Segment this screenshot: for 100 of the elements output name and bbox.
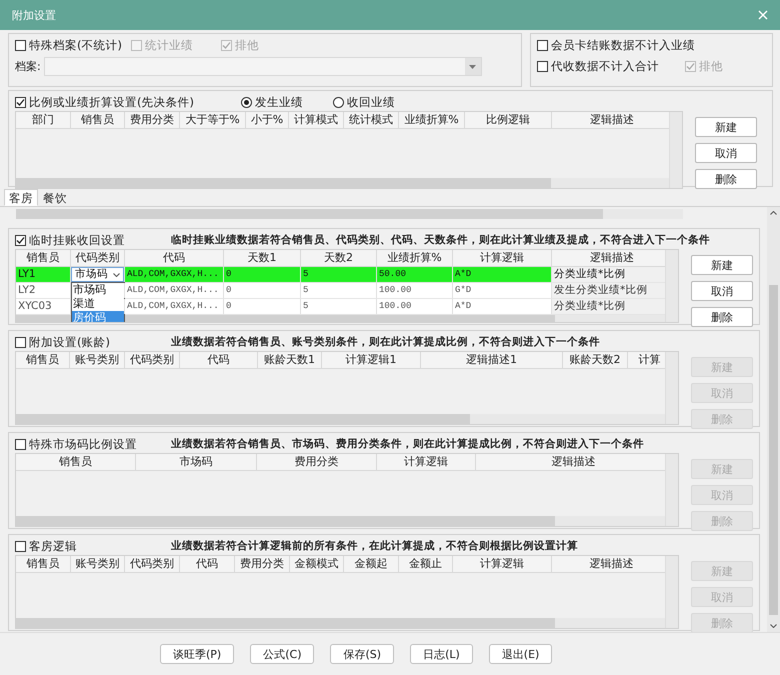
column-header[interactable]: 账龄天数1 [258,352,322,368]
code-type-dropdown[interactable]: 市场码 [71,267,124,282]
table-cell: LY1 [18,268,36,280]
checkbox[interactable] [15,96,26,108]
checkbox[interactable] [15,540,26,552]
horizontal-scrollbar[interactable] [16,414,666,424]
column-header[interactable]: 业绩折算% [399,112,465,128]
column-header[interactable]: 统计模式 [344,112,399,128]
column-header[interactable]: 市场码 [136,454,257,470]
column-header[interactable]: 费用分类 [125,112,180,128]
table-cell: 5 [303,301,308,311]
radio-button[interactable] [241,96,252,108]
column-header[interactable]: 计算逻辑 [453,556,552,572]
column-header[interactable]: 销售员 [71,112,125,128]
checkbox-label: 特殊档案(不统计) [29,38,122,53]
condition-description: 业绩数据若符合计算逻辑前的所有条件，在此计算提成，不符合则根据比例设置计算 [171,539,578,553]
column-header[interactable]: 代码 [180,352,258,368]
column-header[interactable]: 金额止 [399,556,453,572]
column-header[interactable]: 代码类别 [71,250,125,266]
table-cell: 5 [303,269,308,279]
radio-label: 发生业绩 [255,94,303,110]
action-button[interactable]: 新建 [695,117,757,137]
table-cell: A*D [455,269,472,279]
column-header[interactable]: 账号类别 [71,556,125,572]
column-header[interactable]: 销售员 [16,250,71,266]
checkbox[interactable] [537,40,548,51]
radio-button[interactable] [333,96,344,108]
vertical-scrollbar[interactable] [767,207,780,632]
vertical-scrollbar[interactable] [665,556,678,628]
action-button[interactable]: 删除 [695,169,757,189]
field-label: 档案: [15,59,41,74]
table-cell: 0 [226,285,232,295]
checkbox[interactable] [15,234,26,246]
checkbox-label: 比例或业绩折算设置(先决条件) [29,94,194,110]
window-title: 附加设置 [12,8,56,22]
column-header[interactable]: 计算逻辑1 [322,352,421,368]
column-header[interactable]: 金额起 [344,556,399,572]
column-header[interactable]: 金额模式 [290,556,344,572]
scroll-down-icon[interactable] [770,624,777,628]
vertical-scrollbar[interactable] [669,112,682,188]
vertical-scrollbar[interactable] [665,454,678,526]
condition-description: 临时挂账业绩数据若符合销售员、代码类别、代码、天数条件，则在此计算业绩及提成，不符合进入下一个条件 [171,233,710,247]
table-cell: ALD,COM,GXGX,H... [127,301,219,311]
column-header[interactable]: 业绩折算% [377,250,453,266]
checkbox[interactable] [537,61,548,72]
column-header[interactable]: 部门 [16,112,71,128]
column-header[interactable]: 代码 [180,556,235,572]
table-cell: 100.00 [379,301,412,311]
column-header[interactable]: 费用分类 [235,556,290,572]
action-button[interactable]: 删除 [691,307,753,327]
column-header[interactable]: 代码类别 [125,556,180,572]
horizontal-scrollbar[interactable] [16,178,670,188]
column-header[interactable]: 比例逻辑 [465,112,552,128]
scroll-up-icon[interactable] [770,211,777,215]
table-cell: A*D [455,301,472,311]
tab[interactable]: 餐饮 [38,189,72,206]
column-header[interactable]: 费用分类 [257,454,377,470]
horizontal-scrollbar[interactable] [16,516,666,526]
table-cell: 100.00 [379,285,412,295]
column-header[interactable]: 代码 [125,250,224,266]
column-header[interactable]: 计算模式 [289,112,344,128]
column-header[interactable]: 计算逻辑 [377,454,476,470]
dropdown-option[interactable]: 市场码 [72,283,124,297]
footer-button[interactable]: 退出(E) [488,644,552,664]
checkbox-label: 附加设置(账龄) [29,334,110,350]
horizontal-scrollbar[interactable] [16,209,683,219]
column-header[interactable]: 天数1 [224,250,301,266]
table-cell: ALD,COM,GXGX,H... [127,285,219,295]
checkbox[interactable] [15,336,26,348]
column-header[interactable]: 计算逻辑 [453,250,552,266]
footer-button[interactable]: 日志(L) [410,644,473,664]
table-cell: 0 [226,301,232,311]
column-header[interactable]: 逻辑描述1 [421,352,563,368]
footer-button[interactable]: 谈旺季(P) [160,644,234,664]
column-header[interactable]: 销售员 [16,556,71,572]
column-header[interactable]: 大于等于% [180,112,246,128]
vertical-scrollbar[interactable] [665,352,678,424]
dropdown-option[interactable]: 渠道 [72,297,124,311]
footer-button[interactable]: 保存(S) [330,644,394,664]
column-header[interactable]: 销售员 [16,454,136,470]
column-header[interactable]: 销售员 [16,352,70,368]
checkbox-label: 临时挂账收回设置 [29,232,125,248]
action-button[interactable]: 新建 [691,255,753,275]
column-header[interactable]: 小于% [246,112,289,128]
column-header[interactable]: 代码类别 [125,352,180,368]
vertical-scrollbar[interactable] [665,250,678,322]
table-cell: 5 [303,285,308,295]
column-header[interactable]: 天数2 [301,250,377,266]
close-icon[interactable] [758,10,768,20]
tab[interactable]: 客房 [4,189,38,206]
checkbox-label: 客房逻辑 [29,538,77,554]
column-header[interactable]: 账龄天数2 [563,352,628,368]
action-button[interactable]: 取消 [695,143,757,163]
checkbox-label: 特殊市场码比例设置 [29,436,137,452]
action-button[interactable]: 取消 [691,281,753,301]
checkbox[interactable] [15,40,26,51]
column-header[interactable]: 账号类别 [70,352,125,368]
horizontal-scrollbar[interactable] [16,618,666,628]
footer-button[interactable]: 公式(C) [250,644,314,664]
checkbox[interactable] [15,438,26,450]
